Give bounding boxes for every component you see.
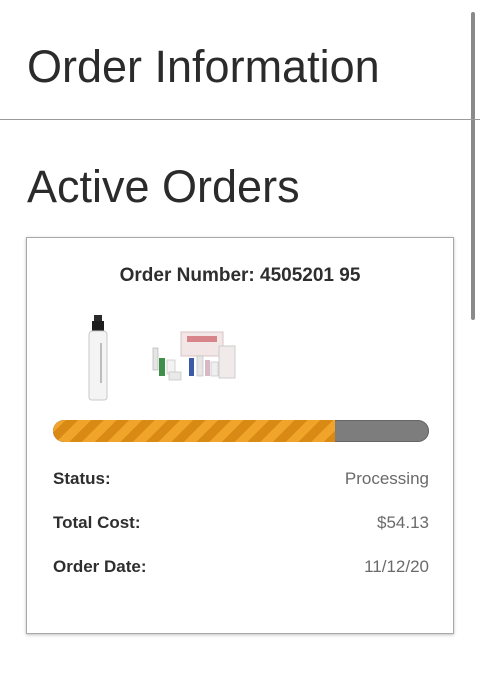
order-date-row: Order Date: 11/12/20 [53,557,429,581]
scrollbar[interactable] [471,12,475,320]
status-row: Status: Processing [53,469,429,493]
active-orders-heading: Active Orders [27,161,300,212]
order-card[interactable]: Order Number: 4505201 95 Status: Process… [26,237,454,634]
order-information-page: Order Information Active Orders Order Nu… [0,0,480,699]
total-cost-label: Total Cost: [53,513,141,532]
page-title: Order Information [27,41,380,92]
order-progress-bar [53,420,429,442]
order-progress-fill [53,420,335,442]
order-date-label: Order Date: [53,557,147,576]
skincare-kit-product-image [152,331,236,381]
spray-bottle-product-image [88,315,108,401]
order-number: Order Number: 4505201 95 [119,265,361,286]
header-divider [0,119,480,120]
status-value: Processing [344,469,429,488]
total-cost-value: $54.13 [377,513,429,532]
status-label: Status: [53,469,111,488]
total-cost-row: Total Cost: $54.13 [53,513,429,537]
order-date-value: 11/12/20 [364,557,429,576]
